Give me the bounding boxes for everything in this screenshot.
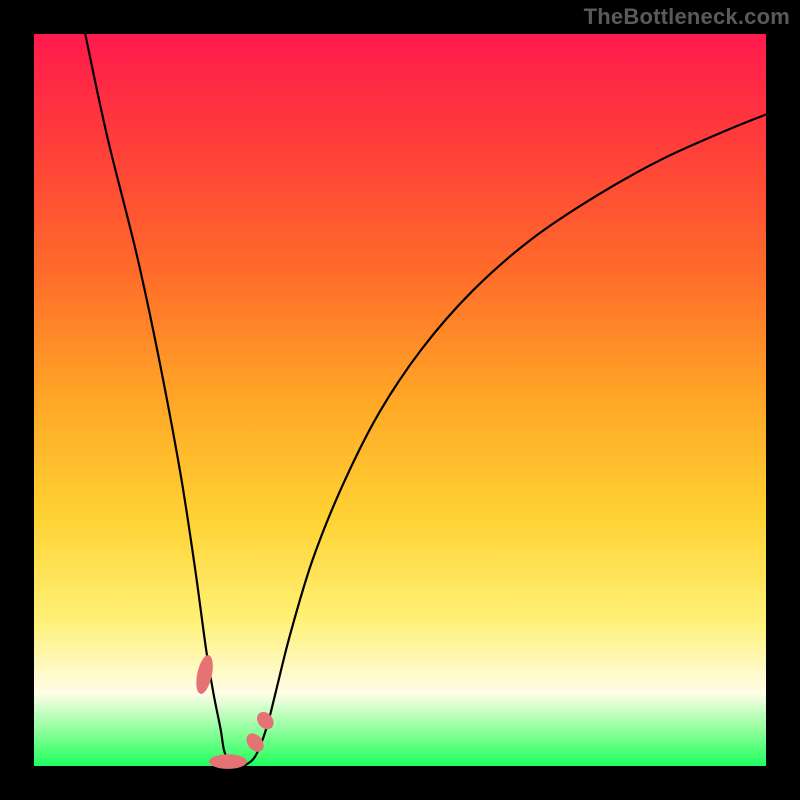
chart-markers xyxy=(193,654,277,769)
curve-marker xyxy=(209,754,247,769)
chart-frame: TheBottleneck.com xyxy=(0,0,800,800)
chart-curve-layer xyxy=(34,34,766,766)
bottleneck-curve xyxy=(85,34,766,767)
watermark-text: TheBottleneck.com xyxy=(584,4,790,30)
